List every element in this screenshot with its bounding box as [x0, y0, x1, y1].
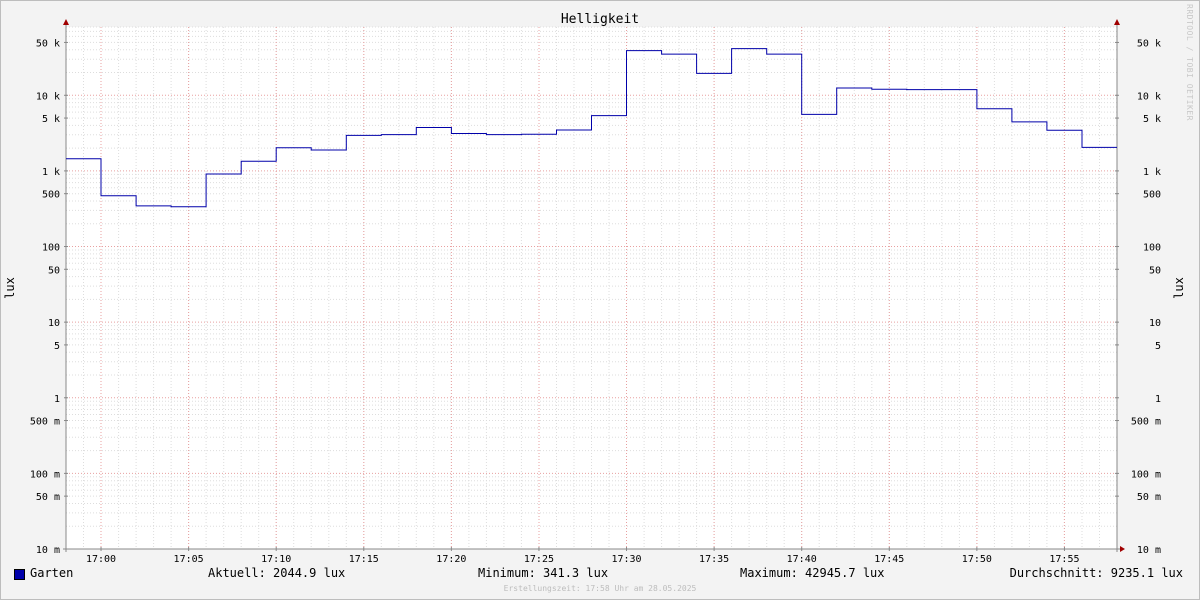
- y-axis-label-left: lux: [3, 277, 17, 299]
- x-tick-label: 17:25: [524, 554, 554, 565]
- x-tick-label: 17:50: [962, 554, 992, 565]
- y-tick-label-left: 10 k: [36, 91, 60, 102]
- x-tick-label: 17:00: [86, 554, 116, 565]
- y-axis-left-arrow: [63, 19, 69, 25]
- x-tick-label: 17:35: [699, 554, 729, 565]
- legend-current-value: Aktuell: 2044.9 lux: [208, 566, 346, 580]
- legend-maximum-value: Maximum: 42945.7 lux: [740, 566, 885, 580]
- y-tick-label-left: 1 k: [42, 167, 60, 178]
- y-tick-label-right: 100 m: [1131, 469, 1161, 480]
- y-tick-label-left: 50 k: [36, 38, 60, 49]
- y-tick-label-left: 100: [42, 243, 60, 254]
- legend-minimum-value: Minimum: 341.3 lux: [478, 566, 609, 580]
- x-tick-label: 17:05: [174, 554, 204, 565]
- y-tick-label-left: 100 m: [30, 469, 60, 480]
- chart-title: Helligkeit: [561, 12, 639, 27]
- y-tick-label-left: 10 m: [36, 545, 60, 556]
- y-tick-label-right: 1 k: [1143, 167, 1161, 178]
- y-tick-label-right: 5 k: [1143, 114, 1161, 125]
- y-tick-label-right: 5: [1155, 341, 1161, 352]
- y-tick-label-left: 5 k: [42, 114, 60, 125]
- x-tick-label: 17:55: [1049, 554, 1079, 565]
- y-tick-label-right: 10 m: [1137, 545, 1161, 556]
- brightness-chart: 50 k 50 k 10 k 10 k 5 k 5 k 1 k 1 k 500 500 100 100…: [3, 12, 1186, 565]
- legend-average-value: Durchschnitt: 9235.1 lux: [1009, 566, 1183, 580]
- y-tick-label-left: 5: [54, 341, 60, 352]
- x-tick-label: 17:45: [874, 554, 904, 565]
- y-tick-label-right: 50 m: [1137, 492, 1161, 503]
- x-axis-arrow: [1120, 546, 1125, 552]
- y-tick-label-right: 10: [1149, 318, 1161, 329]
- x-tick-label: 17:20: [436, 554, 466, 565]
- y-tick-label-left: 50 m: [36, 492, 60, 503]
- y-tick-label-left: 500 m: [30, 417, 60, 428]
- y-tick-label-right: 50 k: [1137, 38, 1161, 49]
- y-axis-label-right: lux: [1172, 277, 1186, 299]
- x-tick-label: 17:30: [611, 554, 641, 565]
- y-tick-label-left: 50: [48, 265, 60, 276]
- rrdtool-watermark: RRDTOOL / TOBI OETIKER: [1185, 4, 1194, 121]
- legend-series-name: Garten: [30, 566, 74, 580]
- legend-swatch-garten: [14, 569, 25, 580]
- y-tick-label-left: 10: [48, 318, 60, 329]
- x-tick-label: 17:40: [787, 554, 817, 565]
- y-tick-label-right: 10 k: [1137, 91, 1161, 102]
- x-tick-label: 17:10: [261, 554, 291, 565]
- y-tick-label-right: 100: [1143, 243, 1161, 254]
- y-tick-label-left: 1: [54, 394, 60, 405]
- x-tick-label: 17:15: [349, 554, 379, 565]
- y-tick-label-right: 1: [1155, 394, 1161, 405]
- y-tick-label-right: 500: [1143, 190, 1161, 201]
- y-axis-right-arrow: [1114, 19, 1120, 25]
- creation-time-footer: Erstellungszeit: 17:58 Uhr am 28.05.2025: [503, 584, 697, 593]
- y-tick-label-left: 500: [42, 190, 60, 201]
- y-tick-label-right: 500 m: [1131, 417, 1161, 428]
- y-tick-label-right: 50: [1149, 265, 1161, 276]
